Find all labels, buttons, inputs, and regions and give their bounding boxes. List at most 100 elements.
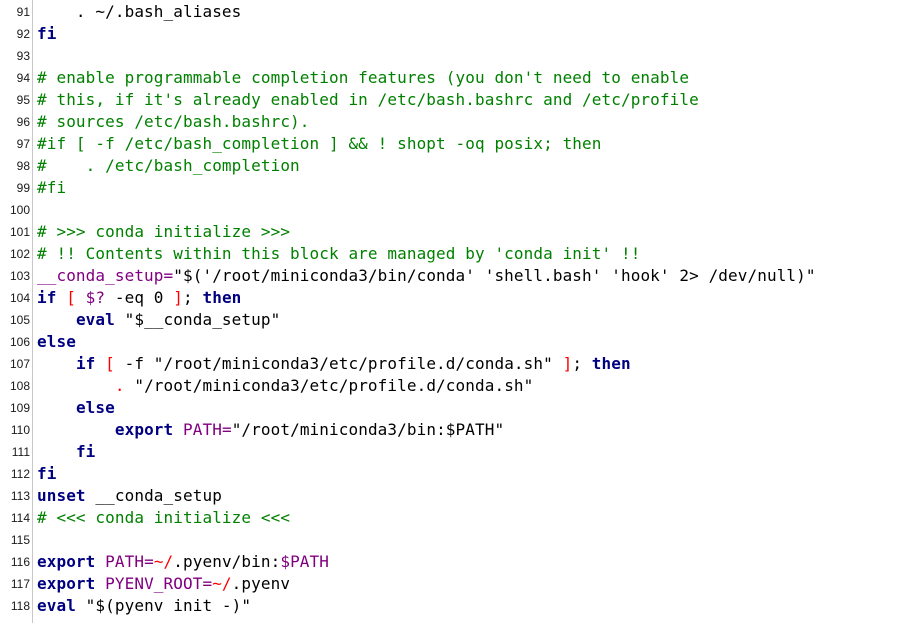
code-token: __conda_setup [85, 486, 222, 505]
code-token: # . /etc/bash_completion [37, 156, 300, 175]
line-number: 96 [16, 115, 30, 129]
line-code[interactable]: # . /etc/bash_completion [37, 155, 300, 177]
code-token: export [114, 420, 174, 439]
line-number: 101 [9, 225, 30, 239]
line-number: 92 [16, 27, 30, 41]
line-code[interactable]: unset __conda_setup [37, 485, 222, 507]
code-token: fi [75, 442, 96, 461]
line-number: 114 [10, 511, 30, 525]
code-token: "/root/miniconda3/bin:$PATH" [231, 420, 505, 439]
code-line[interactable]: 106 else [0, 331, 911, 353]
line-code[interactable]: fi [37, 441, 95, 463]
code-line[interactable]: 95 # this, if it's already enabled in /et… [0, 89, 911, 111]
code-token: -f "/root/miniconda3/etc/profile.d/conda… [124, 354, 563, 373]
code-token: else [75, 398, 115, 417]
code-line[interactable]: 102 # !! Contents within this block are m… [0, 243, 911, 265]
code-line[interactable]: 94 # enable programmable completion featu… [0, 67, 911, 89]
code-token: eval [75, 310, 115, 329]
line-code[interactable]: # enable programmable completion feature… [37, 67, 689, 89]
code-line[interactable]: 100 [0, 199, 911, 221]
code-token: #fi [37, 178, 67, 197]
code-token: PYENV_ROOT= [105, 574, 213, 593]
code-line[interactable]: 91 . ~/.bash_aliases [0, 1, 911, 23]
code-line[interactable]: 118 eval "$(pyenv init -)" [0, 595, 911, 617]
line-code[interactable]: eval "$__conda_setup" [37, 309, 280, 331]
code-line[interactable]: 104 if [ $? -eq 0 ]; then [0, 287, 911, 309]
line-code[interactable]: export PYENV_ROOT=~/.pyenv [37, 573, 290, 595]
code-token: ~/ [212, 574, 232, 593]
code-line[interactable]: 99 #fi [0, 177, 911, 199]
line-number: 109 [9, 401, 30, 415]
line-number: 105 [9, 313, 30, 327]
code-token: ; [572, 354, 592, 373]
line-code[interactable]: . ~/.bash_aliases [37, 1, 241, 23]
code-line[interactable]: 113 unset __conda_setup [0, 485, 911, 507]
code-line[interactable]: 117 export PYENV_ROOT=~/.pyenv [0, 573, 911, 595]
line-number: 112 [10, 467, 30, 481]
code-line[interactable]: 111 fi [0, 441, 911, 463]
line-number: 110 [10, 423, 30, 437]
code-token: fi [37, 24, 57, 43]
code-token: ] [173, 288, 184, 307]
code-line[interactable]: 107 if [ -f "/root/miniconda3/etc/profil… [0, 353, 911, 375]
code-token: then [591, 354, 631, 373]
line-code[interactable]: # this, if it's already enabled in /etc/… [37, 89, 699, 111]
code-line[interactable]: 97 #if [ -f /etc/bash_completion ] && ! s… [0, 133, 911, 155]
code-line[interactable]: 112 fi [0, 463, 911, 485]
line-code[interactable]: if [ -f "/root/miniconda3/etc/profile.d/… [37, 353, 631, 375]
line-number: 93 [16, 49, 30, 63]
code-editor[interactable]: 91 . ~/.bash_aliases 92 fi 93 94 # enable pro… [0, 0, 911, 623]
code-token: # >>> conda initialize >>> [37, 222, 291, 241]
line-number: 104 [9, 291, 30, 305]
line-code[interactable]: # !! Contents within this block are mana… [37, 243, 640, 265]
code-token: $? [85, 288, 106, 307]
code-line[interactable]: 98 # . /etc/bash_completion [0, 155, 911, 177]
code-token: PATH= [105, 552, 154, 571]
line-number: 97 [16, 137, 30, 151]
code-line[interactable]: 108 . "/root/miniconda3/etc/profile.d/co… [0, 375, 911, 397]
code-token: .pyenv/bin: [173, 552, 281, 571]
line-code[interactable]: __conda_setup="$('/root/miniconda3/bin/c… [37, 265, 816, 287]
code-token: "/root/miniconda3/etc/profile.d/conda.sh… [124, 376, 534, 395]
code-line[interactable]: 92 fi [0, 23, 911, 45]
code-line[interactable]: 116 export PATH=~/.pyenv/bin:$PATH [0, 551, 911, 573]
line-code[interactable]: # sources /etc/bash.bashrc). [37, 111, 310, 133]
code-line[interactable]: 109 else [0, 397, 911, 419]
line-code[interactable]: # >>> conda initialize >>> [37, 221, 290, 243]
line-number: 99 [16, 181, 30, 195]
code-token: $PATH [280, 552, 330, 571]
code-token: PATH= [183, 420, 232, 439]
line-code[interactable]: # <<< conda initialize <<< [37, 507, 290, 529]
code-token: .pyenv [231, 574, 291, 593]
code-line[interactable]: 105 eval "$__conda_setup" [0, 309, 911, 331]
line-number: 108 [9, 379, 30, 393]
code-token: ; [183, 288, 203, 307]
code-line[interactable]: 101 # >>> conda initialize >>> [0, 221, 911, 243]
line-code[interactable]: export PATH=~/.pyenv/bin:$PATH [37, 551, 329, 573]
line-code[interactable]: else [37, 397, 115, 419]
code-token: export [37, 574, 96, 593]
line-code[interactable]: else [37, 331, 76, 353]
code-line[interactable]: 103 __conda_setup="$('/root/miniconda3/bi… [0, 265, 911, 287]
code-line[interactable]: 96 # sources /etc/bash.bashrc). [0, 111, 911, 133]
code-token: unset [37, 486, 86, 505]
line-code[interactable]: #if [ -f /etc/bash_completion ] && ! sho… [37, 133, 602, 155]
code-token: "$__conda_setup" [114, 310, 281, 329]
line-code[interactable]: fi [37, 23, 56, 45]
code-line[interactable]: 93 [0, 45, 911, 67]
code-line[interactable]: 114 # <<< conda initialize <<< [0, 507, 911, 529]
code-token: -eq 0 [105, 288, 174, 307]
line-code[interactable]: eval "$(pyenv init -)" [37, 595, 251, 617]
code-token: [ [95, 354, 125, 373]
line-code[interactable]: fi [37, 463, 56, 485]
line-code[interactable]: if [ $? -eq 0 ]; then [37, 287, 241, 309]
line-code[interactable]: . "/root/miniconda3/etc/profile.d/conda.… [37, 375, 533, 397]
line-code[interactable]: export PATH="/root/miniconda3/bin:$PATH" [37, 419, 504, 441]
code-token: eval [37, 596, 76, 615]
code-line[interactable]: 115 [0, 529, 911, 551]
code-line[interactable]: 110 export PATH="/root/miniconda3/bin:$P… [0, 419, 911, 441]
line-code[interactable]: #fi [37, 177, 66, 199]
